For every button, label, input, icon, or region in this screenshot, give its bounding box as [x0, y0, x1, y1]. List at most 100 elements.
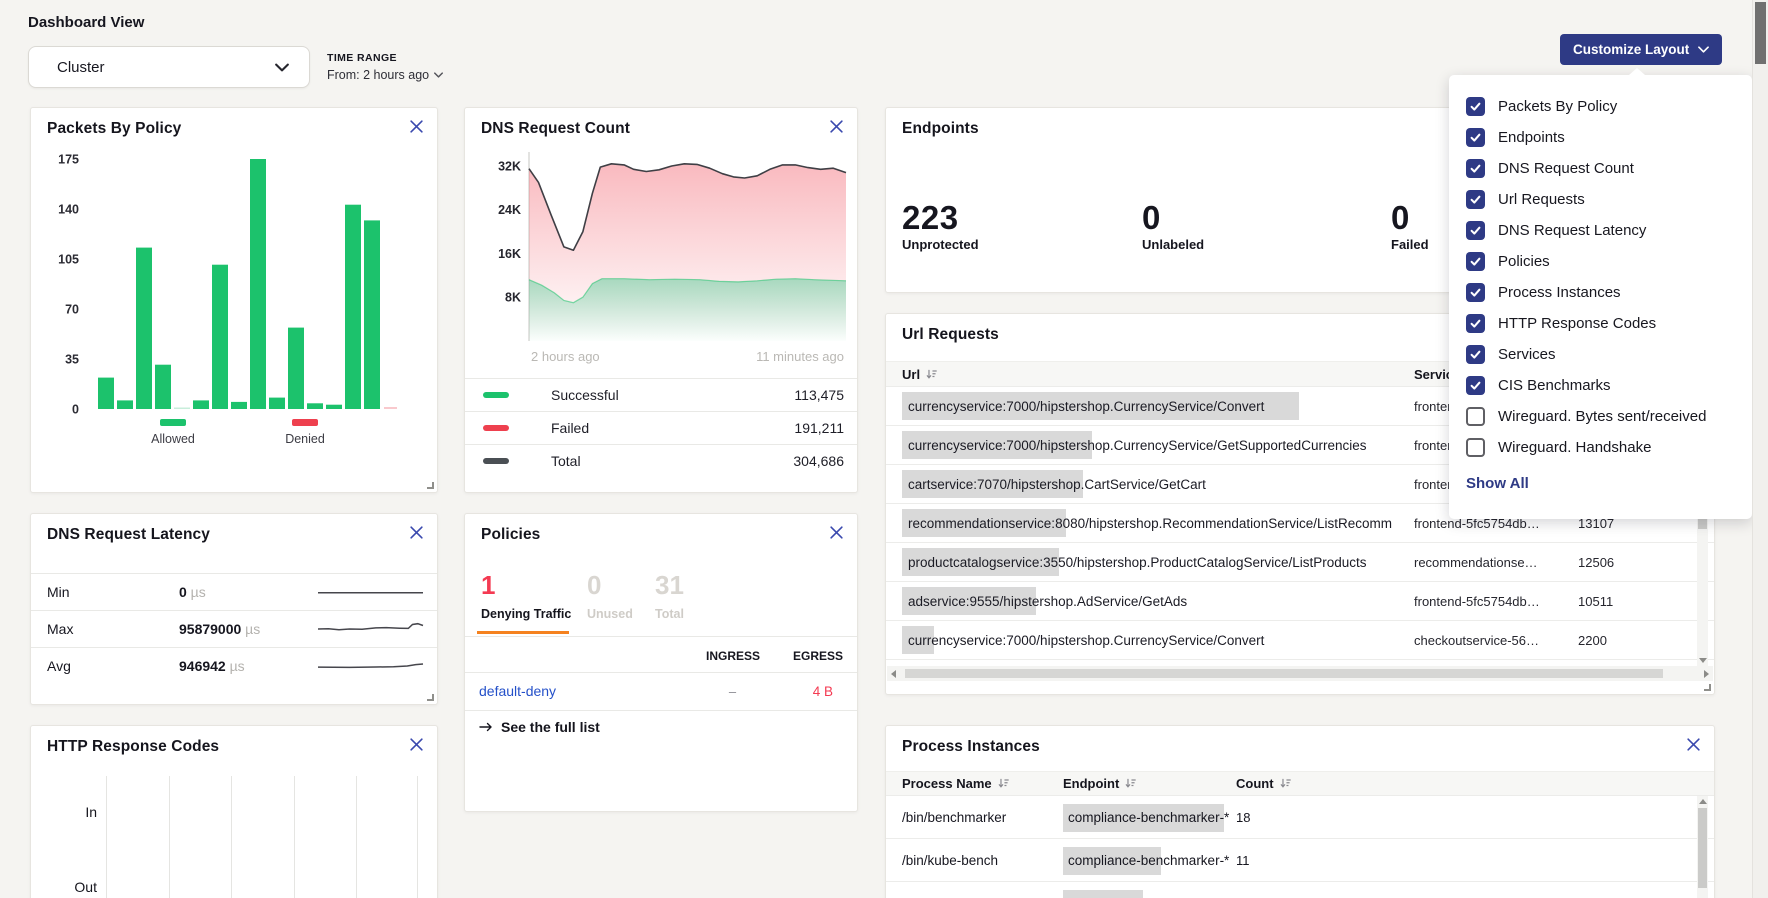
checkbox-checked-icon[interactable] — [1466, 128, 1485, 147]
close-icon[interactable] — [408, 525, 425, 542]
gridline — [106, 776, 107, 898]
resize-handle[interactable] — [427, 694, 434, 701]
packets-bar-chart: 03570105140175 — [31, 108, 439, 416]
dns-request-count-card: DNS Request Count 8K16K24K32K 2 hours ag… — [464, 107, 858, 493]
http-response-codes-card: HTTP Response Codes InOut — [30, 725, 438, 898]
checkbox-checked-icon[interactable] — [1466, 190, 1485, 209]
customize-layout-button[interactable]: Customize Layout — [1560, 34, 1722, 65]
process-instances-card: Process Instances Process Name Endpoint … — [885, 725, 1715, 898]
menu-item-process-instances[interactable]: Process Instances — [1466, 277, 1752, 308]
scrollbar-thumb[interactable] — [1698, 808, 1707, 888]
resize-handle[interactable] — [427, 482, 434, 489]
close-icon[interactable] — [408, 119, 425, 136]
table-header-row: Process Name Endpoint Count — [886, 771, 1714, 796]
time-range-from-value: From: 2 hours ago — [327, 68, 429, 82]
scrollbar-thumb[interactable] — [905, 669, 1663, 678]
menu-item-endpoints[interactable]: Endpoints — [1466, 122, 1752, 153]
see-full-list-link[interactable]: See the full list — [479, 719, 600, 735]
column-header-egress: EGRESS — [783, 649, 843, 663]
menu-item-dns-request-count[interactable]: DNS Request Count — [1466, 153, 1752, 184]
card-title: Endpoints — [902, 120, 979, 138]
policies-tab-unused[interactable]: 0Unused — [587, 570, 633, 621]
menu-item-policies[interactable]: Policies — [1466, 246, 1752, 277]
endpoint-stat-unlabeled: 0Unlabeled — [1142, 201, 1204, 252]
endpoint-stat-label: Unlabeled — [1142, 237, 1204, 252]
menu-item-wireguard-bytes-sent-received[interactable]: Wireguard. Bytes sent/received — [1466, 401, 1752, 432]
scroll-right-icon[interactable] — [1704, 670, 1709, 678]
checkbox-checked-icon[interactable] — [1466, 376, 1485, 395]
policies-tab-label: Denying Traffic — [481, 607, 571, 621]
service-cell: checkoutservice-56… — [1414, 633, 1539, 648]
latency-unit: µs — [187, 584, 206, 600]
latency-table: Min0 µsMax95879000 µsAvg946942 µs — [31, 573, 437, 685]
menu-item-label: DNS Request Latency — [1498, 222, 1646, 239]
svg-text:140: 140 — [58, 203, 79, 217]
process-instance-row: /bin/kube-benchcompliance-benchmarker-*1… — [886, 839, 1714, 882]
policies-tab-denying-traffic[interactable]: 1 Denying Traffic — [481, 570, 571, 621]
checkbox-checked-icon[interactable] — [1466, 283, 1485, 302]
endpoint-stat-unprotected: 223Unprotected — [902, 201, 979, 252]
menu-item-http-response-codes[interactable]: HTTP Response Codes — [1466, 308, 1752, 339]
service-cell: recommendationse… — [1414, 555, 1538, 570]
checkbox-unchecked-icon[interactable] — [1466, 407, 1485, 426]
url-cell: currencyservice:7000/hipstershop.Currenc… — [908, 633, 1264, 648]
menu-item-wireguard-handshake[interactable]: Wireguard. Handshake — [1466, 432, 1752, 463]
scroll-left-icon[interactable] — [891, 670, 896, 678]
column-header-process-name[interactable]: Process Name — [902, 776, 1010, 791]
scroll-down-icon[interactable] — [1699, 658, 1707, 663]
policy-row: default-deny–4 B — [465, 673, 857, 711]
latency-row-min: Min0 µs — [31, 574, 437, 611]
show-all-link[interactable]: Show All — [1466, 475, 1529, 492]
checkbox-checked-icon[interactable] — [1466, 221, 1485, 240]
legend-item-denied: Denied — [270, 419, 340, 446]
card-title: HTTP Response Codes — [47, 738, 219, 756]
latency-number: 0 — [179, 584, 187, 600]
count-cell: 11 — [1236, 853, 1250, 868]
column-header-endpoint[interactable]: Endpoint — [1063, 776, 1137, 791]
menu-item-cis-benchmarks[interactable]: CIS Benchmarks — [1466, 370, 1752, 401]
menu-item-label: DNS Request Count — [1498, 160, 1634, 177]
legend-row-successful: Successful113,475 — [465, 378, 857, 411]
close-icon[interactable] — [1685, 737, 1702, 754]
latency-row-avg: Avg946942 µs — [31, 648, 437, 685]
service-cell: frontend-5fc5754db… — [1414, 594, 1540, 609]
horizontal-scrollbar[interactable] — [887, 666, 1713, 681]
svg-text:0: 0 — [72, 403, 79, 417]
time-range-from[interactable]: From: 2 hours ago — [327, 68, 443, 82]
close-icon[interactable] — [408, 737, 425, 754]
column-header-count[interactable]: Count — [1236, 776, 1292, 791]
policies-tab-value: 1 — [481, 570, 571, 600]
checkbox-checked-icon[interactable] — [1466, 159, 1485, 178]
menu-item-services[interactable]: Services — [1466, 339, 1752, 370]
see-full-list-label: See the full list — [501, 719, 600, 735]
close-icon[interactable] — [828, 119, 845, 136]
customize-layout-menu: Packets By PolicyEndpoints DNS Request Co… — [1449, 75, 1752, 519]
menu-item-url-requests[interactable]: Url Requests — [1466, 184, 1752, 215]
checkbox-checked-icon[interactable] — [1466, 314, 1485, 333]
process-instances-table: /bin/benchmarkercompliance-benchmarker-*… — [886, 796, 1714, 898]
latency-metric-label: Max — [47, 621, 73, 637]
latency-number: 946942 — [179, 658, 226, 674]
vertical-scrollbar[interactable] — [1697, 796, 1708, 898]
endpoint-cell: compliance-benchmarker-* — [1068, 810, 1229, 825]
scroll-up-icon[interactable] — [1699, 799, 1707, 804]
card-title: Policies — [481, 526, 540, 544]
menu-item-packets-by-policy[interactable]: Packets By Policy — [1466, 91, 1752, 122]
resize-handle[interactable] — [1704, 684, 1711, 691]
policies-table: default-deny–4 B — [465, 673, 857, 711]
latency-row-max: Max95879000 µs — [31, 611, 437, 648]
policy-name-link[interactable]: default-deny — [479, 683, 556, 699]
checkbox-checked-icon[interactable] — [1466, 97, 1485, 116]
checkbox-checked-icon[interactable] — [1466, 252, 1485, 271]
url-request-row: productcatalogservice:3550/hipstershop.P… — [886, 543, 1714, 582]
view-selector[interactable]: Cluster — [28, 46, 310, 88]
policies-tab-total[interactable]: 31Total — [655, 570, 684, 621]
page-scrollbar[interactable] — [1752, 0, 1768, 898]
scrollbar-thumb[interactable] — [1755, 2, 1766, 64]
close-icon[interactable] — [828, 525, 845, 542]
page-title: Dashboard View — [28, 14, 144, 31]
column-header-url[interactable]: Url — [902, 367, 938, 382]
menu-item-dns-request-latency[interactable]: DNS Request Latency — [1466, 215, 1752, 246]
checkbox-unchecked-icon[interactable] — [1466, 438, 1485, 457]
checkbox-checked-icon[interactable] — [1466, 345, 1485, 364]
